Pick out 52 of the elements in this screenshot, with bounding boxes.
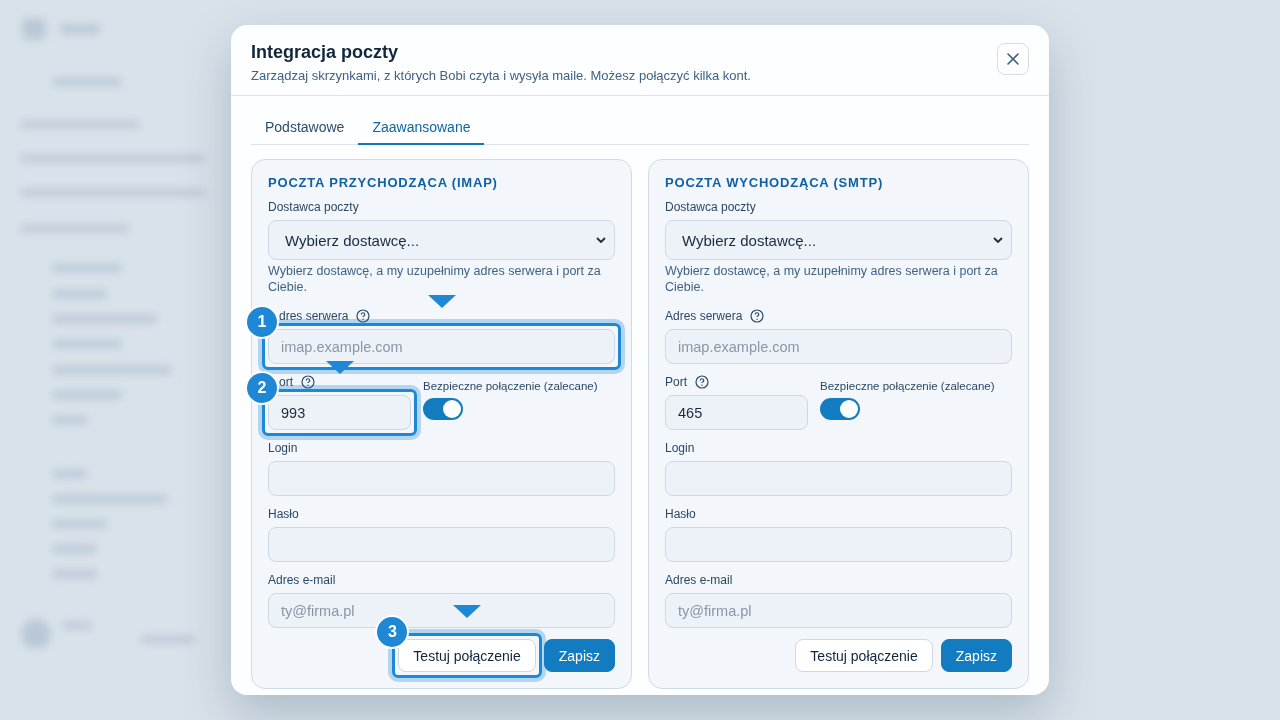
help-icon[interactable] — [301, 375, 315, 389]
help-icon[interactable] — [695, 375, 709, 389]
input-field[interactable] — [665, 527, 1012, 562]
section-title: POCZTA PRZYCHODZĄCA (IMAP) — [268, 175, 499, 190]
input-field[interactable]: imap.example.com — [268, 329, 615, 364]
field-label: Dostawca poczty — [268, 200, 359, 214]
close-icon — [1007, 53, 1019, 65]
action-button[interactable]: Testuj połączenie — [795, 639, 933, 672]
help-icon[interactable] — [356, 309, 371, 323]
input-field[interactable] — [268, 527, 615, 562]
chevron-icon — [993, 237, 1003, 243]
step-badge: 1 — [247, 307, 277, 337]
field-label: Login — [665, 441, 695, 455]
input-field[interactable] — [268, 461, 615, 496]
dialog-title: Integracja poczty — [251, 42, 400, 63]
input-field[interactable]: 993 — [268, 395, 411, 430]
field-label: ort — [279, 375, 293, 389]
help-icon[interactable] — [750, 309, 765, 323]
action-button[interactable]: Testuj połączenie — [398, 639, 536, 672]
field-label: Hasło — [665, 507, 696, 521]
field-label: Hasło — [268, 507, 299, 521]
select-field[interactable]: Wybierz dostawcę... — [665, 220, 1012, 260]
input-field[interactable]: ty@firma.pl — [665, 593, 1012, 628]
chevron-icon — [596, 237, 606, 243]
field-label: Adres e-mail — [268, 573, 336, 587]
field-label: Login — [268, 441, 298, 455]
field-label: Port — [665, 375, 687, 389]
action-button[interactable]: Zapisz — [940, 639, 1012, 672]
field-label: Adres serwera — [665, 309, 743, 323]
action-button[interactable]: Zapisz — [543, 639, 615, 672]
input-field[interactable]: imap.example.com — [665, 329, 1012, 364]
tab[interactable]: Podstawowe — [251, 116, 359, 145]
toggle-label: Bezpieczne połączenie (zalecane) — [423, 380, 598, 392]
step-badge: 2 — [247, 373, 277, 403]
pointer-icon — [427, 295, 456, 308]
toggle-label: Bezpieczne połączenie (zalecane) — [820, 380, 995, 392]
hint-text: Wybierz dostawcę, a my uzupełnimy adres serwera i port za Ciebie. — [268, 263, 602, 295]
close-button[interactable] — [997, 43, 1029, 75]
section-title: POCZTA WYCHODZĄCA (SMTP) — [665, 175, 885, 190]
dialog-subtitle: Zarządzaj skrzynkami, z których Bobi czyta i wysyła maile. Możesz połączyć kilka kont. — [251, 68, 751, 83]
field-label: Adres e-mail — [665, 573, 733, 587]
input-field[interactable]: 465 — [665, 395, 808, 430]
field-label: dres serwera — [279, 309, 349, 323]
step-badge: 3 — [377, 617, 408, 647]
tab[interactable]: Zaawansowane — [358, 116, 485, 145]
hint-text: Wybierz dostawcę, a my uzupełnimy adres serwera i port za Ciebie. — [665, 263, 999, 295]
toggle-switch[interactable] — [423, 398, 463, 420]
field-label: Dostawca poczty — [665, 200, 756, 214]
toggle-switch[interactable] — [820, 398, 860, 420]
select-field[interactable]: Wybierz dostawcę... — [268, 220, 615, 260]
pointer-icon — [453, 605, 482, 618]
input-field[interactable] — [665, 461, 1012, 496]
